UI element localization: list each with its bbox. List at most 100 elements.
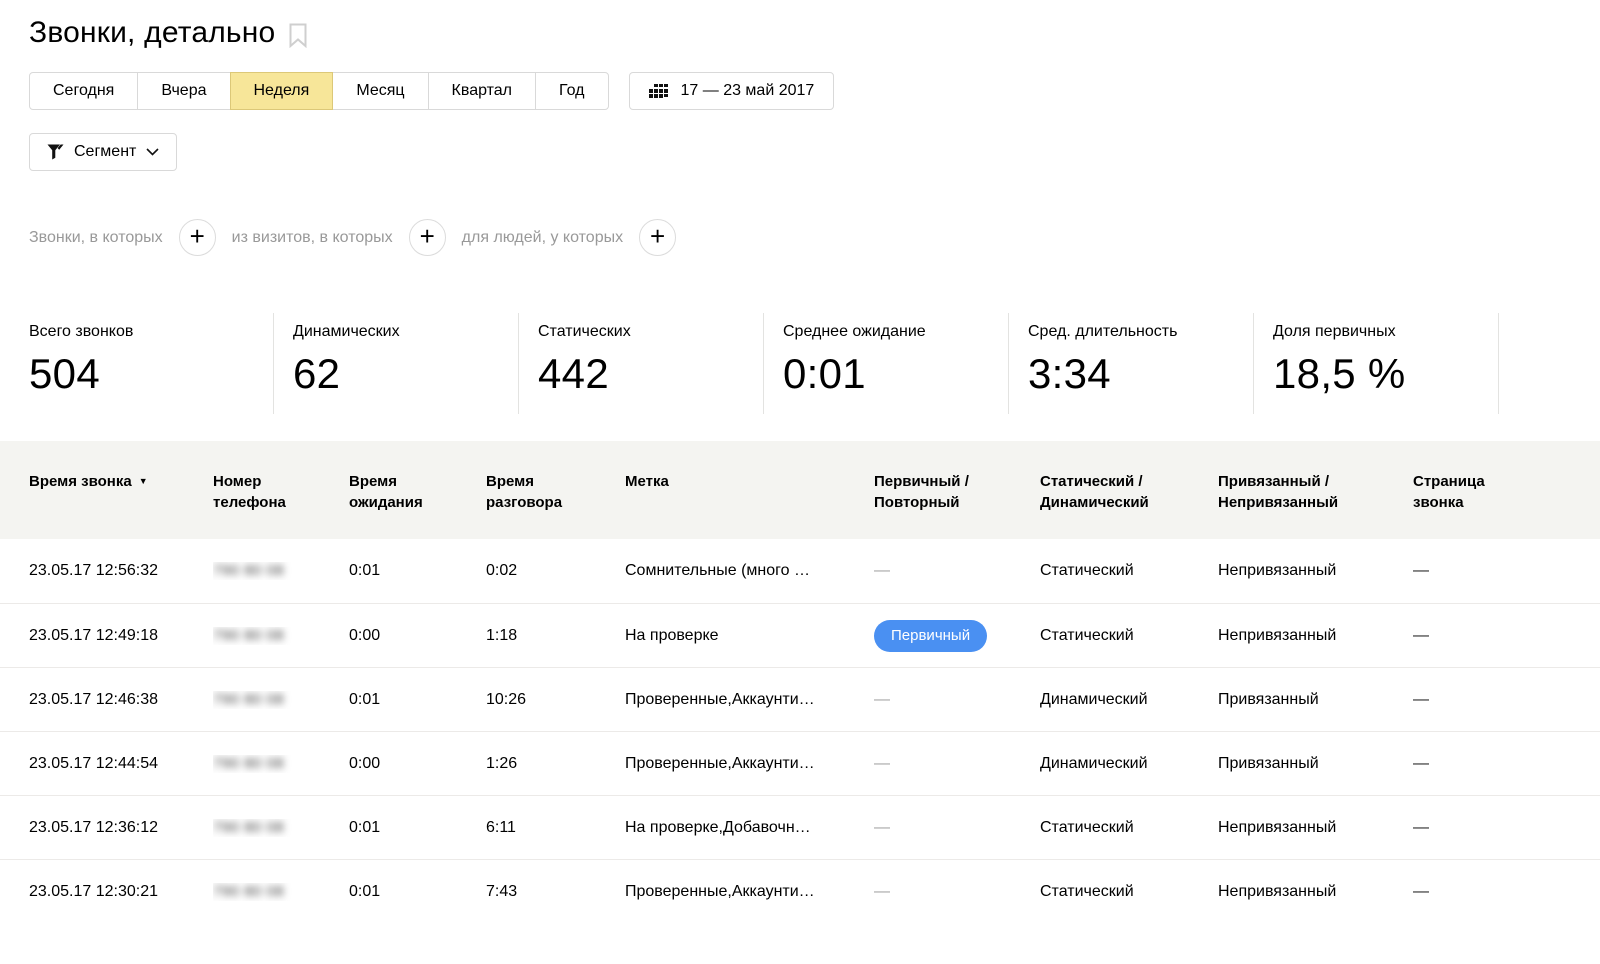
cell-primary-repeat: — <box>874 883 1040 901</box>
cell-attached: Непривязанный <box>1218 883 1413 901</box>
cell-tag: Проверенные,Аккаунти… <box>625 691 874 709</box>
period-tab-quarter[interactable]: Квартал <box>428 72 536 110</box>
column-header-call-time[interactable]: Время звонка▼ <box>29 471 213 492</box>
column-header-label: Первичный / <box>874 473 969 490</box>
column-header-static-dynamic[interactable]: Статический / Динамический <box>1040 471 1218 513</box>
segment-button-label: Сегмент <box>74 143 136 161</box>
cell-talk-time: 1:26 <box>486 755 625 773</box>
cell-attached: Непривязанный <box>1218 627 1413 645</box>
primary-empty-dash: — <box>874 691 890 708</box>
cell-tag: Проверенные,Аккаунти… <box>625 883 874 901</box>
cell-wait-time: 0:00 <box>349 755 486 773</box>
cell-wait-time: 0:00 <box>349 627 486 645</box>
cell-phone: 790 80 08 <box>213 691 349 709</box>
period-tab-label: Сегодня <box>53 82 114 99</box>
cell-phone: 790 80 08 <box>213 562 349 580</box>
primary-empty-dash: — <box>874 819 890 836</box>
column-header-label: Метка <box>625 473 669 490</box>
filter-group-visits: из визитов, в которых + <box>232 219 446 256</box>
stat-label: Среднее ожидание <box>783 323 1008 341</box>
add-filter-button-visits[interactable]: + <box>409 219 446 256</box>
cell-tag: На проверке <box>625 627 874 645</box>
cell-static-dynamic: Динамический <box>1040 755 1218 773</box>
cell-talk-time: 0:02 <box>486 562 625 580</box>
calendar-icon <box>649 84 668 98</box>
cell-call-page: — <box>1413 627 1600 645</box>
cell-wait-time: 0:01 <box>349 819 486 837</box>
stat-label: Сред. длительность <box>1028 323 1253 341</box>
add-filter-button-people[interactable]: + <box>639 219 676 256</box>
column-header-tag[interactable]: Метка <box>625 471 874 492</box>
cell-primary-repeat: — <box>874 691 1040 709</box>
filter-group-label: для людей, у которых <box>462 229 623 247</box>
table-row: 23.05.17 12:30:21 790 80 08 0:01 7:43 Пр… <box>0 859 1600 923</box>
period-tab-yesterday[interactable]: Вчера <box>137 72 230 110</box>
cell-primary-repeat: Первичный <box>874 620 1040 652</box>
cell-attached: Непривязанный <box>1218 562 1413 580</box>
stat-value: 442 <box>538 350 763 398</box>
stat-dynamic: Динамических 62 <box>274 313 519 414</box>
cell-call-page: — <box>1413 691 1600 709</box>
date-range-label: 17 — 23 май 2017 <box>681 82 815 100</box>
column-header-attached[interactable]: Привязанный / Непривязанный <box>1218 471 1413 513</box>
add-filter-button-calls[interactable]: + <box>179 219 216 256</box>
cell-static-dynamic: Динамический <box>1040 691 1218 709</box>
table-row: 23.05.17 12:56:32 790 80 08 0:01 0:02 Со… <box>0 539 1600 603</box>
filter-builder-row: Звонки, в которых + из визитов, в которы… <box>29 219 1600 256</box>
period-toolbar: Сегодня Вчера Неделя Месяц Квартал Год 1… <box>29 72 1600 110</box>
period-tab-week[interactable]: Неделя <box>230 72 334 110</box>
period-tab-label: Месяц <box>356 82 404 99</box>
stat-value: 18,5 % <box>1273 350 1498 398</box>
blurred-phone-number: 790 80 08 <box>213 691 284 708</box>
table-body: 23.05.17 12:56:32 790 80 08 0:01 0:02 Со… <box>0 539 1600 923</box>
cell-call-time: 23.05.17 12:49:18 <box>29 627 213 645</box>
cell-static-dynamic: Статический <box>1040 562 1218 580</box>
filter-group-calls: Звонки, в которых + <box>29 219 216 256</box>
blurred-phone-number: 790 80 08 <box>213 562 284 579</box>
bookmark-icon[interactable] <box>289 23 307 48</box>
stat-label: Всего звонков <box>29 323 273 341</box>
funnel-icon <box>47 144 64 160</box>
column-header-label2: Непривязанный <box>1218 492 1413 513</box>
cell-call-page: — <box>1413 755 1600 773</box>
column-header-label2: Динамический <box>1040 492 1218 513</box>
column-header-phone[interactable]: Номер телефона <box>213 471 349 513</box>
cell-tag: Сомнительные (много … <box>625 562 874 580</box>
column-header-talk-time[interactable]: Время разговора <box>486 471 625 513</box>
blurred-phone-number: 790 80 08 <box>213 755 284 772</box>
period-tab-month[interactable]: Месяц <box>332 72 428 110</box>
table-row: 23.05.17 12:46:38 790 80 08 0:01 10:26 П… <box>0 667 1600 731</box>
cell-call-page: — <box>1413 883 1600 901</box>
period-tab-year[interactable]: Год <box>535 72 608 110</box>
cell-static-dynamic: Статический <box>1040 819 1218 837</box>
column-header-wait-time[interactable]: Время ожидания <box>349 471 486 513</box>
sort-desc-icon: ▼ <box>139 476 148 486</box>
page-title-text: Звонки, детально <box>29 16 275 50</box>
page-title: Звонки, детально <box>29 16 1600 50</box>
cell-phone: 790 80 08 <box>213 755 349 773</box>
cell-call-time: 23.05.17 12:46:38 <box>29 691 213 709</box>
primary-empty-dash: — <box>874 562 890 579</box>
column-header-label: Номер <box>213 473 261 490</box>
cell-call-time: 23.05.17 12:30:21 <box>29 883 213 901</box>
cell-wait-time: 0:01 <box>349 562 486 580</box>
column-header-call-page[interactable]: Страница звонка <box>1413 471 1600 513</box>
column-header-label: Привязанный / <box>1218 473 1329 490</box>
cell-primary-repeat: — <box>874 819 1040 837</box>
primary-badge: Первичный <box>874 620 987 652</box>
table-row: 23.05.17 12:49:18 790 80 08 0:00 1:18 На… <box>0 603 1600 667</box>
cell-phone: 790 80 08 <box>213 883 349 901</box>
table-header: Время звонка▼ Номер телефона Время ожида… <box>0 441 1600 539</box>
cell-talk-time: 10:26 <box>486 691 625 709</box>
column-header-label: Время <box>486 473 534 490</box>
cell-call-time: 23.05.17 12:44:54 <box>29 755 213 773</box>
period-tab-today[interactable]: Сегодня <box>29 72 138 110</box>
cell-call-page: — <box>1413 562 1600 580</box>
date-range-button[interactable]: 17 — 23 май 2017 <box>629 72 835 110</box>
column-header-label: Время <box>349 473 397 490</box>
period-tab-group: Сегодня Вчера Неделя Месяц Квартал Год <box>29 72 609 110</box>
chevron-down-icon <box>146 148 159 156</box>
column-header-primary-repeat[interactable]: Первичный / Повторный <box>874 471 1040 513</box>
segment-button[interactable]: Сегмент <box>29 133 177 171</box>
column-header-label2: ожидания <box>349 492 486 513</box>
